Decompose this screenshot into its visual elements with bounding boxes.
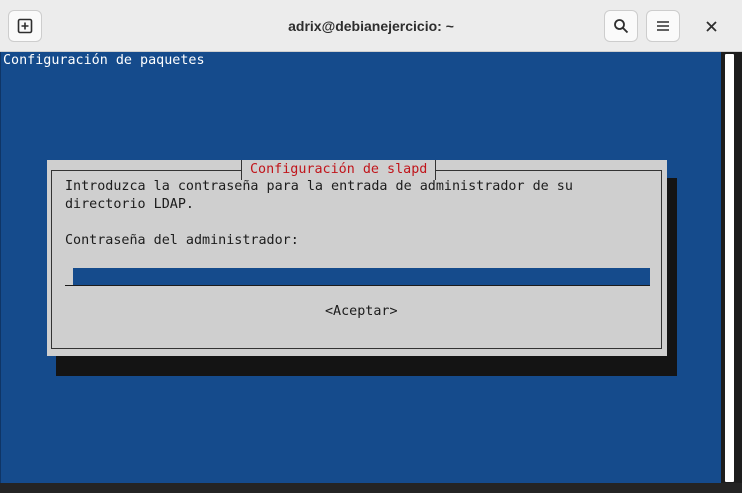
window-bottom-edge <box>0 483 742 493</box>
password-input[interactable] <box>65 268 650 286</box>
dialog-text-line1: Introduzca la contraseña para la entrada… <box>65 179 573 194</box>
package-configuration-heading: Configuración de paquetes <box>3 53 205 68</box>
terminal-scrollbar[interactable] <box>721 52 742 483</box>
dialog-title: Configuración de slapd <box>241 160 437 180</box>
hamburger-menu-icon <box>657 21 669 31</box>
slapd-dialog: Configuración de slapd Introduzca la con… <box>47 160 667 356</box>
dialog-text-line2: directorio LDAP. <box>65 197 194 212</box>
scrollbar-thumb[interactable] <box>725 54 734 482</box>
close-icon <box>705 20 717 32</box>
search-icon <box>614 19 629 34</box>
accept-button[interactable]: <Aceptar> <box>325 304 398 319</box>
close-button[interactable] <box>698 10 724 42</box>
search-button[interactable] <box>604 10 638 42</box>
window-titlebar: adrix@debianejercicio: ~ <box>0 0 742 52</box>
menu-button[interactable] <box>646 10 680 42</box>
terminal-area[interactable]: Configuración de paquetes Configuración … <box>0 52 721 483</box>
password-label: Contraseña del administrador: <box>65 233 299 248</box>
text-cursor <box>65 268 73 286</box>
